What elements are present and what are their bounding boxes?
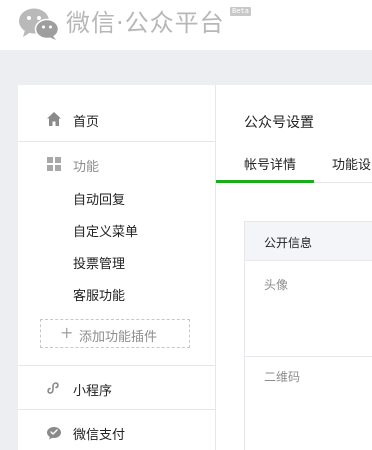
top-bar: 微信·公众平台 Beta (0, 0, 372, 50)
add-plugin-label: 添加功能插件 (79, 330, 158, 345)
sidebar-item-label: 小程序 (73, 384, 113, 399)
wechat-logo-icon[interactable] (18, 7, 60, 41)
sidebar-section-features: 功能 (18, 142, 215, 175)
beta-badge: Beta (230, 7, 251, 16)
row-label-avatar: 头像 (264, 278, 289, 292)
sidebar-item-mini-program[interactable]: 小程序 (18, 366, 215, 409)
sidebar-item-auto-reply[interactable]: 自动回复 (73, 189, 125, 208)
sidebar-item-vote-management[interactable]: 投票管理 (73, 253, 125, 272)
sidebar-item-custom-menu[interactable]: 自定义菜单 (73, 221, 138, 240)
add-plugin-button[interactable]: + 添加功能插件 (40, 319, 190, 348)
page-title: 公众号设置 (244, 115, 314, 131)
sidebar-item-home[interactable]: 首页 (18, 85, 215, 141)
home-icon (47, 112, 61, 126)
section-header: 公开信息 (264, 236, 313, 250)
plus-icon: + (60, 323, 74, 342)
sidebar-item-wechat-pay[interactable]: 微信支付 (18, 410, 215, 450)
active-tab-indicator (216, 180, 314, 183)
sidebar: 首页 功能 自动回复 自定义菜单 投票管理 客服功能 + 添加功能插件 小程序 (18, 85, 216, 450)
row-label-qrcode: 二维码 (264, 370, 301, 384)
public-info-table: 公开信息 头像 二维码 (244, 221, 372, 450)
mini-program-icon (47, 382, 59, 394)
tab-account-details[interactable]: 帐号详情 (244, 154, 296, 173)
sidebar-section-label: 功能 (73, 160, 100, 175)
wechat-pay-icon (47, 427, 61, 440)
main-content: 公众号设置 帐号详情 功能设 公开信息 头像 二维码 (216, 85, 372, 450)
sidebar-item-label: 微信支付 (73, 428, 126, 443)
tab-function-settings[interactable]: 功能设 (332, 154, 371, 173)
sidebar-item-customer-service[interactable]: 客服功能 (73, 285, 125, 304)
table-header: 公开信息 (245, 221, 372, 261)
grid-icon (47, 157, 61, 171)
sidebar-item-label: 首页 (73, 115, 100, 130)
row-divider (245, 356, 372, 357)
brand-title[interactable]: 微信·公众平台 (66, 8, 225, 38)
